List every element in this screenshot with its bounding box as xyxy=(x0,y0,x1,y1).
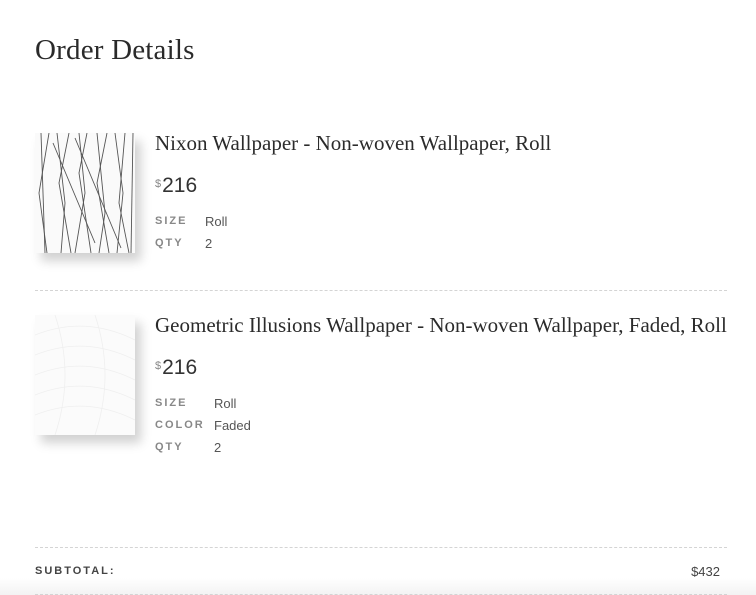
product-name[interactable]: Nixon Wallpaper - Non-woven Wallpaper, R… xyxy=(155,130,727,156)
attribute-label: QTY xyxy=(155,237,184,249)
attribute-value: 2 xyxy=(214,439,222,455)
order-item: Nixon Wallpaper - Non-woven Wallpaper, R… xyxy=(35,130,727,290)
item-divider xyxy=(35,290,727,291)
currency-symbol: $ xyxy=(155,360,162,372)
product-price: $216 xyxy=(155,174,727,198)
product-thumbnail[interactable] xyxy=(35,133,135,253)
subtotal-value: $432 xyxy=(691,563,720,579)
attribute-qty: QTY 2 xyxy=(155,232,727,254)
product-price: $216 xyxy=(155,356,727,380)
cropped-header-text: · · · · · · · · · · · · · · · · · · · · … xyxy=(35,0,555,4)
attribute-label: COLOR xyxy=(155,419,205,431)
attribute-value: Faded xyxy=(214,417,251,433)
price-value: 216 xyxy=(162,174,198,197)
attribute-label: SIZE xyxy=(155,397,188,409)
summary-divider xyxy=(35,547,727,548)
item-info: Geometric Illusions Wallpaper - Non-wove… xyxy=(155,312,727,458)
attribute-label: QTY xyxy=(155,441,184,453)
attribute-label: SIZE xyxy=(155,215,188,227)
subtotal-row: SUBTOTAL: $432 xyxy=(35,562,720,580)
item-attributes: SIZE Roll QTY 2 xyxy=(155,210,727,254)
item-attributes: SIZE Roll COLOR Faded QTY 2 xyxy=(155,392,727,458)
order-details-page: · · · · · · · · · · · · · · · · · · · · … xyxy=(0,0,756,595)
subtotal-label: SUBTOTAL: xyxy=(35,565,116,577)
scroll-fade xyxy=(0,578,756,595)
product-name[interactable]: Geometric Illusions Wallpaper - Non-wove… xyxy=(155,312,727,338)
attribute-size: SIZE Roll xyxy=(155,392,727,414)
attribute-size: SIZE Roll xyxy=(155,210,727,232)
currency-symbol: $ xyxy=(155,178,162,190)
page-title: Order Details xyxy=(35,34,195,66)
item-info: Nixon Wallpaper - Non-woven Wallpaper, R… xyxy=(155,130,727,254)
attribute-value: Roll xyxy=(205,213,228,229)
product-thumbnail[interactable] xyxy=(35,315,135,435)
attribute-color: COLOR Faded xyxy=(155,414,727,436)
price-value: 216 xyxy=(162,356,198,379)
attribute-qty: QTY 2 xyxy=(155,436,727,458)
order-item: Geometric Illusions Wallpaper - Non-wove… xyxy=(35,312,727,546)
attribute-value: 2 xyxy=(205,235,213,251)
attribute-value: Roll xyxy=(214,395,237,411)
